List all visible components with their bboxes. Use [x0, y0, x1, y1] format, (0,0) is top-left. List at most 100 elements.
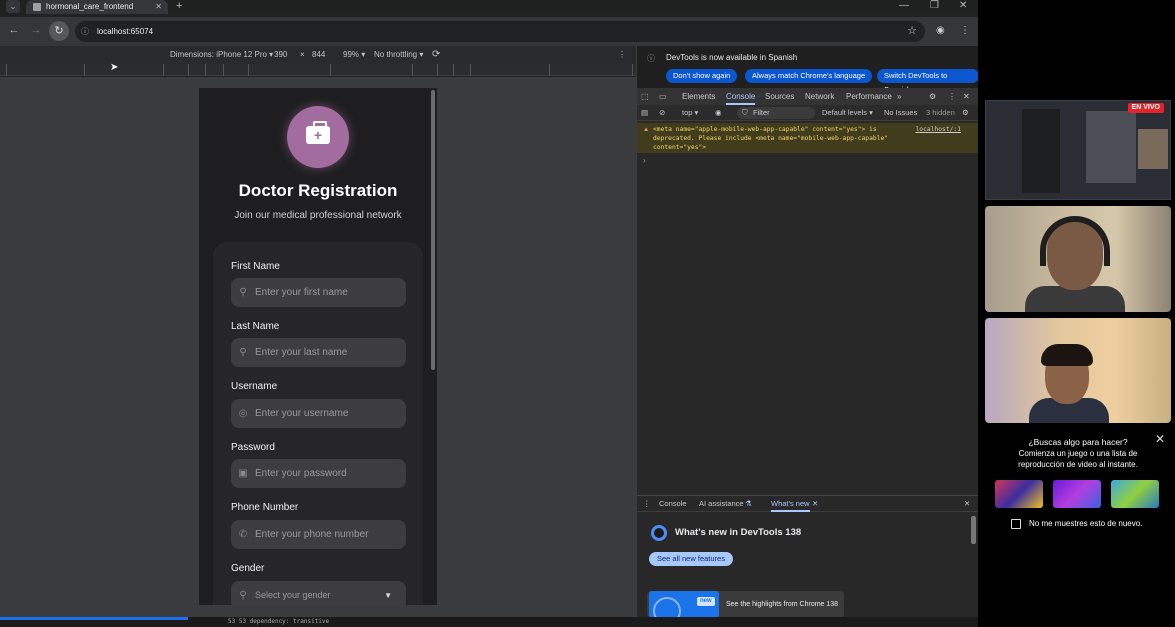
username-field[interactable]: ◎ Enter your username [231, 399, 406, 428]
console-prompt[interactable]: › [643, 156, 646, 165]
minimize-icon[interactable]: — [899, 0, 909, 12]
person-icon: ⚲ [239, 287, 247, 298]
console-filter-input[interactable]: ⛉ Filter [737, 107, 815, 119]
switch-to-spanish-button[interactable]: Switch DevTools to Spanish [877, 69, 979, 94]
tab-elements[interactable]: Elements [682, 88, 715, 105]
preview-devtools [1086, 111, 1136, 183]
inspect-icon[interactable]: ⬚ [641, 88, 649, 105]
menu-kebab-icon[interactable]: ⋮ [960, 25, 970, 36]
drawer-tab-whats-new[interactable]: What's new [771, 496, 810, 512]
drawer-tab-console[interactable]: Console [659, 496, 687, 512]
forward-icon[interactable]: → [28, 24, 44, 36]
account-circle-icon: ◎ [238, 408, 248, 419]
promo-body-line-2: reproducción de video al instante. [1018, 460, 1138, 469]
drawer-tabs: ⋮ Console AI assistance ⚗ What's new ✕ ✕ [637, 496, 979, 512]
warning-line-3: content="yes"> [653, 144, 707, 151]
new-tab-button[interactable]: + [176, 0, 182, 13]
devtools-menu-icon[interactable]: ⋮ [948, 88, 956, 105]
more-tabs-icon[interactable]: » [897, 88, 901, 105]
phone-icon: ✆ [238, 529, 248, 540]
hidden-count: 3 hidden [926, 108, 955, 117]
console-settings-icon[interactable]: ⚙ [962, 105, 969, 121]
times-sign: × [300, 50, 305, 59]
viewport-scrollbar[interactable] [431, 90, 435, 370]
game-tile-3[interactable] [1111, 480, 1159, 508]
context-select[interactable]: top ▾ [682, 105, 698, 121]
throttling-select[interactable]: No throttling ▾ [374, 46, 423, 64]
gender-placeholder: Select your gender [255, 590, 331, 600]
settings-gear-icon[interactable]: ⚙ [929, 88, 936, 105]
match-language-button[interactable]: Always match Chrome's language [745, 69, 873, 83]
tab-network[interactable]: Network [805, 88, 834, 105]
profile-icon[interactable]: ◉ [936, 25, 945, 36]
progress-line [0, 617, 188, 620]
first-name-placeholder: Enter your first name [255, 287, 348, 298]
clear-console-icon[interactable]: ⊘ [659, 105, 665, 121]
warning-source-link[interactable]: localhost/:1 [916, 125, 962, 134]
maximize-icon[interactable]: ❐ [930, 0, 939, 12]
person-icon: ⚲ [239, 347, 247, 358]
rotate-icon[interactable]: ⟳ [432, 46, 440, 64]
new-badge: new [697, 597, 715, 606]
height-input[interactable]: 844 [312, 46, 325, 64]
back-icon[interactable]: ← [6, 24, 22, 36]
notice-text: DevTools is now available in Spanish [666, 53, 798, 62]
gender-select[interactable]: ⚲ Select your gender ▼ [231, 581, 406, 605]
stream-preview[interactable]: EN VIVO [985, 100, 1171, 200]
dont-show-again-button[interactable]: Don't show again [666, 69, 738, 83]
whats-new-close-icon[interactable]: ✕ [812, 496, 818, 512]
drawer-menu-icon[interactable]: ⋮ [643, 496, 651, 512]
chrome-logo-icon [651, 525, 667, 541]
log-levels-select[interactable]: Default levels ▾ [822, 105, 873, 121]
dimensions-select[interactable]: Dimensions: iPhone 12 Pro ▾ [170, 46, 273, 64]
tab-title: hormonal_care_frontend [46, 2, 134, 11]
width-input[interactable]: 390 [274, 46, 287, 64]
tab-search-icon[interactable]: ⌄ [6, 0, 20, 13]
dont-show-checkbox[interactable] [1011, 519, 1021, 529]
sidebar-toggle-icon[interactable]: ▤ [641, 105, 648, 121]
device-toolbar: Dimensions: iPhone 12 Pro ▾ 390 × 844 99… [0, 46, 636, 64]
site-info-icon[interactable]: ⓘ [81, 21, 89, 42]
drawer-close-icon[interactable]: ✕ [964, 496, 970, 512]
phone-placeholder: Enter your phone number [255, 529, 369, 540]
console-toolbar: ▤ ⊘ top ▾ ◉ ⛉ Filter Default levels ▾ No… [637, 105, 979, 121]
last-name-field[interactable]: ⚲ Enter your last name [231, 338, 406, 367]
tab-performance[interactable]: Performance [846, 88, 892, 105]
tab-close-icon[interactable]: ✕ [155, 0, 162, 14]
flask-icon: ⚗ [745, 499, 752, 508]
username-placeholder: Enter your username [255, 408, 349, 419]
tab-sources[interactable]: Sources [765, 88, 794, 105]
see-all-features-button[interactable]: See all new features [649, 552, 733, 566]
highlights-card[interactable]: new See the highlights from Chrome 138 [647, 591, 844, 625]
media-query-ruler[interactable] [0, 64, 636, 76]
tab-console[interactable]: Console [726, 88, 756, 105]
page-subtitle: Join our medical professional network [234, 210, 402, 221]
drawer-tab-ai-assistance[interactable]: AI assistance [699, 496, 744, 512]
password-field[interactable]: ▣ Enter your password [231, 459, 406, 488]
device-menu-icon[interactable]: ⋮ [618, 46, 626, 64]
preview-webcam [1138, 129, 1168, 169]
first-name-field[interactable]: ⚲ Enter your first name [231, 278, 406, 307]
game-tile-1[interactable] [995, 480, 1043, 508]
game-tile-2[interactable] [1053, 480, 1101, 508]
warning-icon: ▲ [643, 126, 650, 133]
webcam-feed-1 [985, 206, 1171, 312]
browser-window: ⌄ hormonal_care_frontend ✕ + — ❐ ✕ ← → ↻… [0, 0, 979, 627]
headphones-icon [1040, 216, 1110, 266]
device-toggle-icon[interactable]: ▭ [659, 88, 667, 105]
tab-active[interactable]: hormonal_care_frontend ✕ [26, 0, 168, 14]
issues-counter[interactable]: No Issues [884, 105, 917, 121]
close-window-icon[interactable]: ✕ [959, 0, 967, 12]
devtools-close-icon[interactable]: ✕ [963, 88, 970, 105]
gender-label: Gender [231, 563, 265, 574]
address-bar[interactable]: ⓘ localhost:65074 ☆ [75, 21, 925, 42]
live-expression-eye-icon[interactable]: ◉ [715, 105, 722, 121]
medical-bag-avatar [287, 106, 349, 168]
phone-label: Phone Number [231, 502, 299, 513]
phone-field[interactable]: ✆ Enter your phone number [231, 520, 406, 549]
bookmark-star-icon[interactable]: ☆ [907, 21, 917, 42]
reload-icon[interactable]: ↻ [49, 21, 69, 41]
zoom-select[interactable]: 99% ▾ [343, 46, 365, 64]
drawer-scrollbar[interactable] [971, 516, 976, 544]
webcam-feed-2 [985, 318, 1171, 423]
